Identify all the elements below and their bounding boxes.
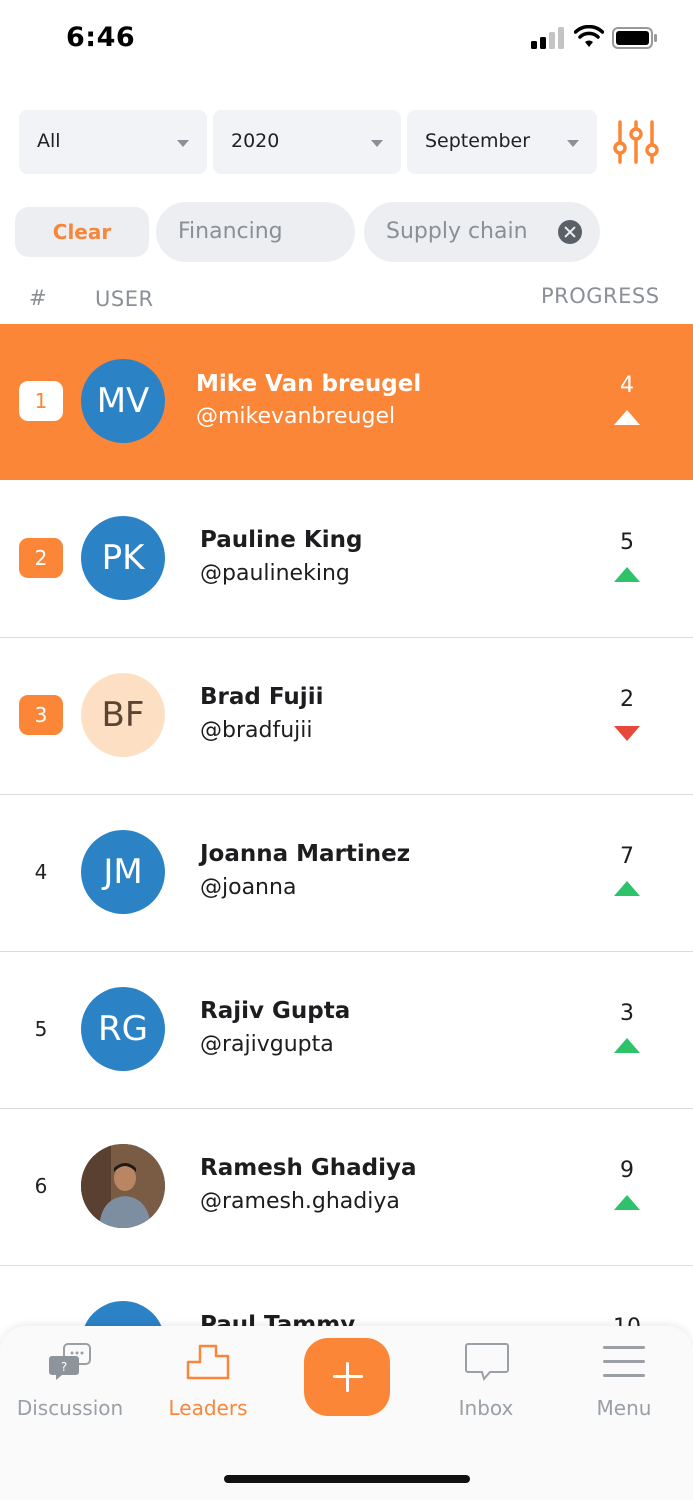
bottom-nav: ? Discussion Leaders Inbox Menu [0,1326,693,1500]
home-indicator [224,1475,470,1483]
clear-filters-button[interactable]: Clear [15,207,149,257]
leaderboard-row[interactable]: 3 BF Brad Fujii @bradfujii 2 [0,638,693,796]
progress-value: 7 [620,844,634,869]
rank-badge: 2 [19,538,63,578]
trend-up-icon [614,1038,640,1053]
battery-icon [612,27,657,49]
nav-menu-label: Menu [596,1396,652,1420]
rank-number: 5 [34,1017,48,1041]
avatar: BF [81,673,165,757]
leaderboard-row[interactable]: 6 Ramesh Ghadiya @ramesh.ghadiya 9 [0,1109,693,1267]
trend-up-icon [614,410,640,425]
chip-supply-chain: Supply chain [364,202,600,262]
progress-value: 9 [620,1158,634,1183]
nav-discussion-label: Discussion [16,1396,124,1420]
progress-value: 4 [620,373,634,398]
user-name: Mike Van breugel [196,371,422,397]
leaderboard-row[interactable]: 4 JM Joanna Martinez @joanna 7 [0,795,693,953]
user-handle: @rajivgupta [200,1032,334,1057]
status-bar: 6:46 [0,0,693,80]
trend-up-icon [614,881,640,896]
nav-menu[interactable]: Menu [554,1326,693,1436]
nav-leaders-label: Leaders [168,1396,248,1420]
progress-value: 5 [620,530,634,555]
chevron-down-icon [371,140,383,147]
year-dropdown-value: 2020 [231,130,280,152]
column-header-progress[interactable]: PROGRESS [541,284,660,308]
trend-down-icon [614,726,640,741]
year-dropdown[interactable]: 2020 [213,110,401,174]
month-dropdown-value: September [425,130,531,152]
status-time: 6:46 [66,22,136,53]
podium-icon [186,1344,230,1380]
user-handle: @bradfujii [200,718,313,743]
hamburger-menu-icon [603,1346,645,1377]
column-header-user: USER [95,287,154,311]
nav-discussion[interactable]: ? Discussion [0,1326,140,1436]
rank-number: 4 [34,860,48,884]
month-dropdown[interactable]: September [407,110,597,174]
rank-badge: 1 [19,381,63,421]
category-dropdown-value: All [37,130,61,152]
avatar-photo [81,1144,165,1228]
avatar: JM [81,830,165,914]
leaderboard-row[interactable]: 5 RG Rajiv Gupta @rajivgupta 3 [0,952,693,1110]
chevron-down-icon [567,140,579,147]
rank-number: 6 [34,1174,48,1198]
user-handle: @paulineking [200,561,350,586]
filter-sliders-icon[interactable] [610,118,662,166]
user-name: Rajiv Gupta [200,998,351,1024]
user-name: Pauline King [200,527,363,553]
svg-text:?: ? [61,1360,67,1374]
user-name: Joanna Martinez [200,841,411,867]
chip-label: Financing [178,219,283,244]
progress-value: 3 [620,1001,634,1026]
leaderboard-row[interactable]: 1 MV Mike Van breugel @mikevanbreugel 4 [0,324,693,480]
chip-financing: Financing [156,202,494,262]
discussion-icon: ? [49,1343,91,1380]
avatar: PK [81,516,165,600]
chevron-down-icon [177,140,189,147]
trend-up-icon [614,1195,640,1210]
nav-inbox-label: Inbox [458,1396,514,1420]
person-photo-icon [81,1144,165,1228]
chip-label: Supply chain [386,219,528,244]
wifi-icon [574,25,604,47]
nav-inbox[interactable]: Inbox [416,1326,556,1436]
avatar: RG [81,987,165,1071]
progress-value: 2 [620,687,634,712]
user-handle: @ramesh.ghadiya [200,1189,400,1214]
avatar: MV [81,359,165,443]
rank-badge: 3 [19,695,63,735]
user-handle: @joanna [200,875,297,900]
trend-up-icon [614,567,640,582]
leaderboard-row[interactable]: 2 PK Pauline King @paulineking 5 [0,481,693,639]
category-dropdown[interactable]: All [19,110,207,174]
cellular-signal-icon [531,27,564,49]
nav-leaders[interactable]: Leaders [138,1326,278,1436]
clear-label: Clear [52,220,112,244]
user-name: Ramesh Ghadiya [200,1155,417,1181]
column-header-rank: # [29,286,48,310]
user-handle: @mikevanbreugel [196,404,396,429]
add-button[interactable] [304,1338,390,1416]
close-icon[interactable] [558,220,582,244]
chat-bubble-icon [465,1343,509,1382]
user-name: Brad Fujii [200,684,324,710]
